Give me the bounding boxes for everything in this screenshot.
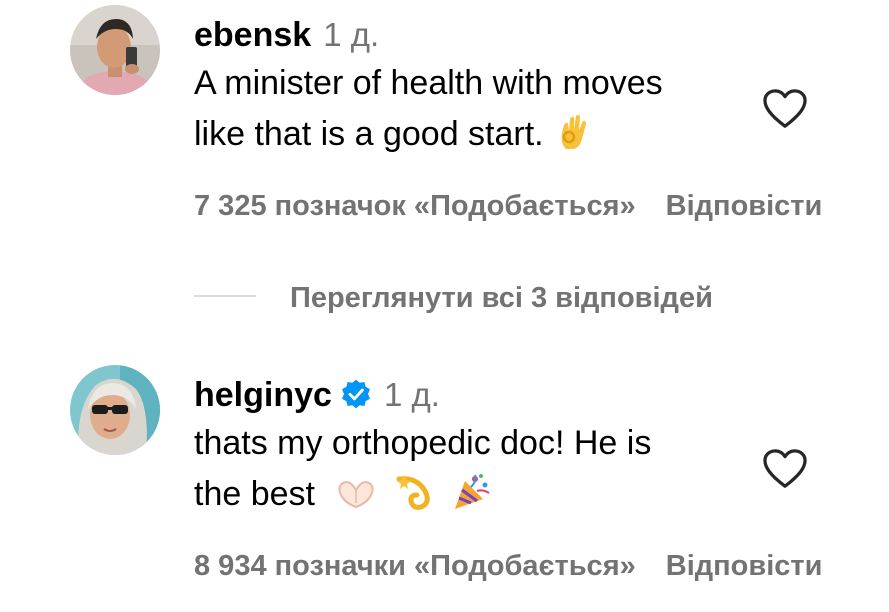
reply-button[interactable]: Відповісти (666, 550, 823, 582)
comment-item: helginyc 1 д. thats my orthopedic doc! H… (0, 360, 889, 612)
comment-meta: 8 934 позначки «Подобається» Відповісти (194, 548, 822, 584)
heart-icon (763, 449, 807, 488)
like-heart-button[interactable] (762, 448, 808, 490)
avatar[interactable] (70, 5, 160, 95)
heart-hands-emoji-icon (335, 475, 377, 526)
comment-timestamp[interactable]: 1 д. (323, 16, 379, 53)
comment-text-line: thats my orthopedic doc! He is (194, 424, 652, 462)
party-popper-emoji-icon (451, 473, 491, 526)
username-link[interactable]: helginyc (194, 376, 332, 414)
comment-text-line: A minister of health with moves (194, 64, 663, 102)
heart-icon (763, 89, 807, 128)
dizzy-emoji-icon (395, 473, 435, 526)
ok-hand-emoji-icon (558, 113, 590, 166)
replies-divider-line (194, 295, 256, 297)
avatar[interactable] (70, 365, 160, 455)
view-replies-label: Переглянути всі 3 відповідей (290, 282, 713, 314)
likes-count[interactable]: 7 325 позначок «Подобається» (194, 190, 636, 222)
username-link[interactable]: ebensk (194, 16, 311, 54)
comment-timestamp[interactable]: 1 д. (384, 376, 440, 413)
avatar-man-selfie-icon (70, 5, 160, 95)
comment-meta: 7 325 позначок «Подобається» Відповісти (194, 188, 822, 224)
comment-text-fragment: the best (194, 475, 315, 513)
likes-count[interactable]: 8 934 позначки «Подобається» (194, 550, 636, 582)
comment-text-fragment: like that is a good start. (194, 115, 544, 153)
avatar-woman-sunglasses-icon (70, 365, 160, 455)
comment-text: A minister of health with moves like tha… (194, 58, 754, 166)
like-heart-button[interactable] (762, 88, 808, 130)
comment-text-line: the best (194, 469, 754, 526)
comment-item: ebensk 1 д. A minister of health with mov… (0, 0, 889, 260)
comment-text-line: like that is a good start. (194, 109, 754, 166)
reply-button[interactable]: Відповісти (666, 190, 823, 222)
comment-text: thats my orthopedic doc! He is the best (194, 418, 754, 526)
comment-header: ebensk 1 д. (194, 15, 379, 62)
